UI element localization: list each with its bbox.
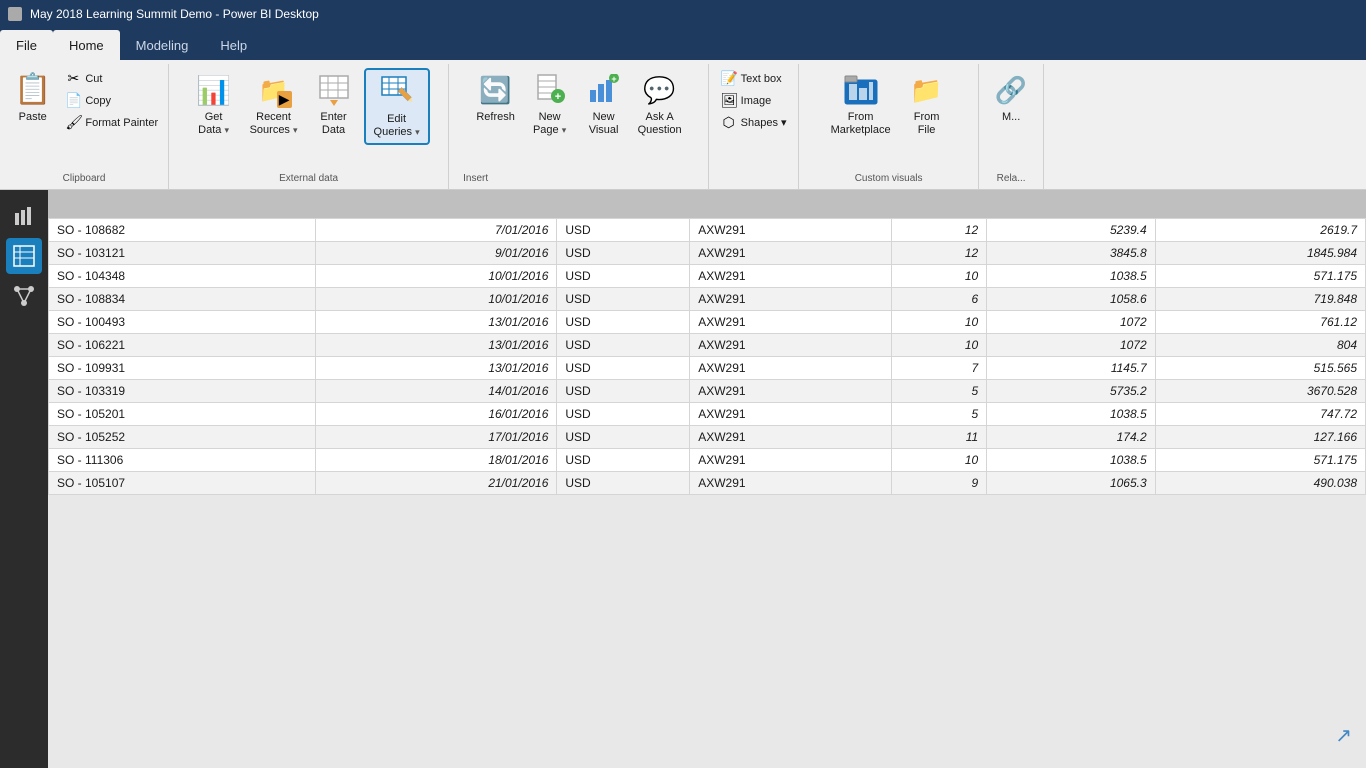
from-file-icon: 📁 — [909, 72, 945, 108]
ribbon: 📋 Paste ✂ Cut 📄 Copy 🖌 Format Painter Cl… — [0, 60, 1366, 190]
format-painter-icon: 🖌 — [65, 114, 81, 131]
table-row[interactable]: SO - 10049313/01/2016USDAXW291101072761.… — [49, 311, 1366, 334]
refresh-icon: 🔄 — [478, 72, 514, 108]
model-view-icon[interactable] — [6, 278, 42, 314]
scroll-indicator: ↗ — [1335, 723, 1352, 748]
relationships-group: 🔗 M... Rela... — [979, 64, 1044, 189]
insert-group: 📝 Text box 🖼 Image ⬡ Shapes ▾ — [709, 64, 799, 189]
from-marketplace-icon — [843, 72, 879, 108]
table-row[interactable]: SO - 10331914/01/2016USDAXW29155735.2367… — [49, 380, 1366, 403]
paste-icon: 📋 — [14, 72, 51, 107]
manage-relationships-button[interactable]: 🔗 M... — [985, 68, 1037, 128]
new-page-button[interactable]: + NewPage ▾ — [524, 68, 576, 141]
table-row[interactable]: SO - 10520116/01/2016USDAXW29151038.5747… — [49, 403, 1366, 426]
recent-sources-button[interactable]: 📁▶ RecentSources ▾ — [244, 68, 304, 141]
image-label: Image — [741, 95, 772, 107]
new-page-label: NewPage ▾ — [533, 111, 566, 137]
table-row[interactable]: SO - 10883410/01/2016USDAXW29161058.6719… — [49, 288, 1366, 311]
window-title: May 2018 Learning Summit Demo - Power BI… — [30, 7, 319, 21]
window-icon — [8, 7, 22, 21]
clipboard-label: Clipboard — [6, 167, 162, 189]
from-marketplace-label: FromMarketplace — [831, 111, 891, 137]
table-row[interactable]: SO - 10510721/01/2016USDAXW29191065.3490… — [49, 472, 1366, 495]
table-row[interactable]: SO - 10993113/01/2016USDAXW29171145.7515… — [49, 357, 1366, 380]
recent-sources-label: RecentSources ▾ — [250, 111, 298, 137]
table-row[interactable]: SO - 1086827/01/2016USDAXW291125239.4261… — [49, 219, 1366, 242]
tab-modeling[interactable]: Modeling — [120, 30, 205, 60]
edit-queries-button[interactable]: EditQueries ▾ — [364, 68, 430, 145]
text-box-label: Text box — [741, 73, 782, 85]
edit-queries-icon — [379, 74, 415, 110]
ask-a-question-button[interactable]: 💬 Ask AQuestion — [632, 68, 688, 141]
get-data-icon: 📊 — [196, 72, 232, 108]
format-painter-button[interactable]: 🖌 Format Painter — [61, 112, 162, 133]
new-visual-button[interactable]: + NewVisual — [578, 68, 630, 141]
edit-queries-label: EditQueries ▾ — [374, 113, 420, 139]
format-painter-label: Format Painter — [85, 117, 158, 129]
new-visual-label: NewVisual — [589, 111, 619, 137]
shapes-button[interactable]: ⬡ Shapes ▾ — [717, 112, 791, 133]
tab-help[interactable]: Help — [204, 30, 263, 60]
enter-data-button[interactable]: EnterData — [308, 68, 360, 141]
text-box-icon: 📝 — [721, 70, 737, 87]
get-data-label: GetData ▾ — [198, 111, 229, 137]
clipboard-group: 📋 Paste ✂ Cut 📄 Copy 🖌 Format Painter Cl… — [0, 64, 169, 189]
external-data-group: 📊 GetData ▾ 📁▶ RecentSources ▾ — [169, 64, 449, 189]
left-sidebar — [0, 190, 48, 768]
clipboard-small-buttons: ✂ Cut 📄 Copy 🖌 Format Painter — [61, 68, 162, 133]
tab-home[interactable]: Home — [53, 30, 120, 60]
table-row[interactable]: SO - 10525217/01/2016USDAXW29111174.2127… — [49, 426, 1366, 449]
tab-file[interactable]: File — [0, 30, 53, 60]
enter-data-label: EnterData — [320, 111, 346, 137]
cut-icon: ✂ — [65, 70, 81, 87]
enter-data-icon — [316, 72, 352, 108]
copy-button[interactable]: 📄 Copy — [61, 90, 162, 111]
from-file-label: FromFile — [914, 111, 940, 137]
copy-label: Copy — [85, 95, 111, 107]
from-file-button[interactable]: 📁 FromFile — [901, 68, 953, 141]
svg-text:+: + — [611, 74, 616, 84]
paste-label: Paste — [19, 111, 47, 123]
new-page-icon: + — [532, 72, 568, 108]
table-header — [48, 190, 1366, 218]
actions-group: 🔄 Refresh + NewPage ▾ — [449, 64, 709, 189]
manage-relationships-label: M... — [1002, 111, 1020, 124]
external-data-label: External data — [175, 167, 442, 189]
data-table: SO - 1086827/01/2016USDAXW291125239.4261… — [48, 218, 1366, 495]
paste-button[interactable]: 📋 Paste — [6, 68, 59, 127]
actions-group-label: Insert — [455, 167, 702, 189]
svg-text:+: + — [554, 91, 560, 103]
image-button[interactable]: 🖼 Image — [717, 90, 791, 111]
image-icon: 🖼 — [721, 92, 737, 109]
get-data-button[interactable]: 📊 GetData ▾ — [188, 68, 240, 141]
table-row[interactable]: SO - 1031219/01/2016USDAXW291123845.8184… — [49, 242, 1366, 265]
table-row[interactable]: SO - 10434810/01/2016USDAXW291101038.557… — [49, 265, 1366, 288]
table-row[interactable]: SO - 10622113/01/2016USDAXW291101072804 — [49, 334, 1366, 357]
title-bar: May 2018 Learning Summit Demo - Power BI… — [0, 0, 1366, 28]
new-visual-icon: + — [586, 72, 622, 108]
text-box-button[interactable]: 📝 Text box — [717, 68, 791, 89]
relationships-label: Rela... — [985, 167, 1037, 189]
insert-group-label — [715, 167, 792, 189]
from-marketplace-button[interactable]: FromMarketplace — [825, 68, 897, 141]
refresh-button[interactable]: 🔄 Refresh — [470, 68, 522, 128]
report-view-icon[interactable] — [6, 198, 42, 234]
custom-visuals-group: FromMarketplace 📁 FromFile Custom visual… — [799, 64, 979, 189]
manage-relationships-icon: 🔗 — [993, 72, 1029, 108]
shapes-icon: ⬡ — [721, 114, 737, 131]
copy-icon: 📄 — [65, 92, 81, 109]
data-view-icon[interactable] — [6, 238, 42, 274]
ask-a-question-label: Ask AQuestion — [638, 111, 682, 137]
shapes-label: Shapes ▾ — [741, 116, 787, 129]
table-row[interactable]: SO - 11130618/01/2016USDAXW291101038.557… — [49, 449, 1366, 472]
cut-label: Cut — [85, 73, 102, 85]
menu-bar: File Home Modeling Help — [0, 28, 1366, 60]
custom-visuals-label: Custom visuals — [805, 167, 972, 189]
refresh-label: Refresh — [476, 111, 515, 124]
recent-sources-icon: 📁▶ — [256, 72, 292, 108]
cut-button[interactable]: ✂ Cut — [61, 68, 162, 89]
main-content: SO - 1086827/01/2016USDAXW291125239.4261… — [48, 190, 1366, 768]
ask-a-question-icon: 💬 — [642, 72, 678, 108]
